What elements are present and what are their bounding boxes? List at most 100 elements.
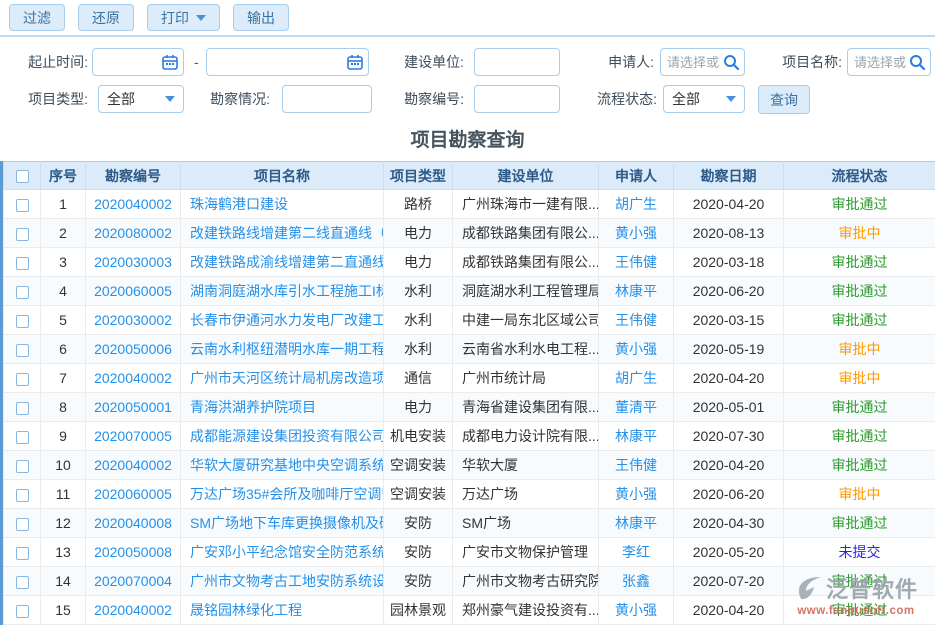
row-checkbox[interactable] — [16, 286, 29, 299]
survey-code-link[interactable]: 2020070004 — [94, 573, 172, 589]
applicant-link[interactable]: 李红 — [622, 544, 650, 560]
row-checkbox[interactable] — [16, 257, 29, 270]
build-unit-input[interactable] — [474, 48, 560, 76]
cell-build-unit: 中建一局东北区域公司 — [453, 306, 599, 335]
row-checkbox[interactable] — [16, 199, 29, 212]
cell-project-name: 成都能源建设集团投资有限公司临 — [181, 422, 384, 451]
row-checkbox[interactable] — [16, 315, 29, 328]
date-to-input[interactable] — [206, 48, 369, 76]
applicant-link[interactable]: 胡广生 — [615, 370, 657, 386]
filter-button[interactable]: 过滤 — [9, 4, 65, 31]
applicant-link[interactable]: 王伟健 — [615, 312, 657, 328]
query-button[interactable]: 查询 — [758, 85, 810, 114]
project-name-link[interactable]: 云南水利枢纽潜明水库一期工程施 — [190, 341, 384, 357]
survey-code-link[interactable]: 2020080002 — [94, 225, 172, 241]
survey-code-link[interactable]: 2020050001 — [94, 399, 172, 415]
applicant-link[interactable]: 张鑫 — [622, 573, 650, 589]
project-type-select[interactable]: 全部 — [98, 85, 184, 113]
row-checkbox[interactable] — [16, 518, 29, 531]
row-checkbox[interactable] — [16, 489, 29, 502]
applicant-link[interactable]: 林康平 — [615, 515, 657, 531]
row-checkbox[interactable] — [16, 460, 29, 473]
row-checkbox[interactable] — [16, 402, 29, 415]
survey-status-input[interactable] — [282, 85, 372, 113]
build-unit-label: 建设单位: — [390, 48, 464, 76]
survey-code-link[interactable]: 2020040008 — [94, 515, 172, 531]
chevron-down-icon — [165, 96, 175, 102]
table-row: 13 2020050008 广安邓小平纪念馆安全防范系统维 安防 广安市文物保护… — [4, 538, 935, 567]
search-icon[interactable] — [908, 53, 926, 71]
project-name-link[interactable]: 华软大厦研究基地中央空调系统工 — [190, 457, 384, 473]
applicant-link[interactable]: 黄小强 — [615, 486, 657, 502]
project-name-link[interactable]: 成都能源建设集团投资有限公司临 — [190, 428, 384, 444]
survey-code-link[interactable]: 2020040002 — [94, 457, 172, 473]
row-checkbox[interactable] — [16, 431, 29, 444]
project-name-link[interactable]: 万达广场35#会所及咖啡厅空调安 — [190, 486, 384, 502]
table-row: 4 2020060005 湖南洞庭湖水库引水工程施工I标 水利 洞庭湖水利工程管… — [4, 277, 935, 306]
row-checkbox[interactable] — [16, 576, 29, 589]
survey-code-link[interactable]: 2020040002 — [94, 370, 172, 386]
project-name-link[interactable]: 湖南洞庭湖水库引水工程施工I标 — [190, 283, 384, 299]
cell-build-unit: 广州珠海市一建有限... — [453, 190, 599, 219]
cell-project-name: 广州市天河区统计局机房改造项目 — [181, 364, 384, 393]
project-name-link[interactable]: 广安邓小平纪念馆安全防范系统维 — [190, 544, 384, 560]
applicant-link[interactable]: 黄小强 — [615, 341, 657, 357]
row-checkbox[interactable] — [16, 344, 29, 357]
date-separator: - — [194, 48, 199, 76]
applicant-link[interactable]: 林康平 — [615, 283, 657, 299]
applicant-link[interactable]: 黄小强 — [615, 602, 657, 618]
cell-build-unit: SM广场 — [453, 509, 599, 538]
col-header-no: 序号 — [41, 162, 86, 190]
survey-code-link[interactable]: 2020040002 — [94, 602, 172, 618]
applicant-link[interactable]: 董清平 — [615, 399, 657, 415]
search-icon[interactable] — [722, 53, 740, 71]
survey-code-input[interactable] — [474, 85, 560, 113]
print-button[interactable]: 打印 — [147, 4, 220, 31]
table-row: 14 2020070004 广州市文物考古工地安防系统设备 安防 广州市文物考古… — [4, 567, 935, 596]
row-checkbox[interactable] — [16, 547, 29, 560]
applicant-link[interactable]: 黄小强 — [615, 225, 657, 241]
row-checkbox[interactable] — [16, 605, 29, 618]
calendar-icon[interactable] — [161, 53, 179, 71]
cell-applicant: 林康平 — [599, 422, 674, 451]
project-name-link[interactable]: 广州市文物考古工地安防系统设备 — [190, 573, 384, 589]
project-name-link[interactable]: 晟铭园林绿化工程 — [190, 602, 302, 618]
row-checkbox[interactable] — [16, 228, 29, 241]
applicant-link[interactable]: 林康平 — [615, 428, 657, 444]
cell-survey-code: 2020070004 — [86, 567, 181, 596]
project-name-link[interactable]: 长春市伊通河水力发电厂改建工程 — [190, 312, 384, 328]
project-name-link[interactable]: 改建铁路成渝线增建第二直通线 — [190, 254, 384, 270]
project-name-link[interactable]: SM广场地下车库更换摄像机及硬 — [190, 515, 384, 531]
survey-code-link[interactable]: 2020050006 — [94, 341, 172, 357]
cell-survey-date: 2020-07-20 — [674, 567, 784, 596]
survey-code-link[interactable]: 2020060005 — [94, 486, 172, 502]
calendar-icon[interactable] — [346, 53, 364, 71]
project-name-link[interactable]: 广州市天河区统计局机房改造项目 — [190, 370, 384, 386]
project-type-value: 全部 — [107, 89, 135, 109]
restore-button[interactable]: 还原 — [78, 4, 134, 31]
survey-code-link[interactable]: 2020070005 — [94, 428, 172, 444]
survey-status-label: 勘察情况: — [206, 85, 270, 113]
cell-project-name: 改建铁路线增建第二线直通线（反 — [181, 219, 384, 248]
row-checkbox[interactable] — [16, 373, 29, 386]
applicant-link[interactable]: 王伟健 — [615, 457, 657, 473]
cell-project-type: 路桥 — [384, 190, 453, 219]
survey-code-link[interactable]: 2020040002 — [94, 196, 172, 212]
survey-code-link[interactable]: 2020030003 — [94, 254, 172, 270]
survey-code-link[interactable]: 2020060005 — [94, 283, 172, 299]
applicant-link[interactable]: 胡广生 — [615, 196, 657, 212]
cell-build-unit: 广州市统计局 — [453, 364, 599, 393]
cell-survey-code: 2020040008 — [86, 509, 181, 538]
output-button[interactable]: 输出 — [233, 4, 289, 31]
project-name-link[interactable]: 青海洪湖养护院项目 — [190, 399, 316, 415]
survey-code-link[interactable]: 2020030002 — [94, 312, 172, 328]
cell-survey-date: 2020-04-20 — [674, 596, 784, 625]
cell-applicant: 黄小强 — [599, 335, 674, 364]
cell-survey-code: 2020060005 — [86, 480, 181, 509]
applicant-link[interactable]: 王伟健 — [615, 254, 657, 270]
select-all-checkbox[interactable] — [16, 170, 29, 183]
project-name-link[interactable]: 珠海鹤港口建设 — [190, 196, 288, 212]
survey-code-link[interactable]: 2020050008 — [94, 544, 172, 560]
project-name-link[interactable]: 改建铁路线增建第二线直通线（反 — [190, 225, 384, 241]
flow-status-select[interactable]: 全部 — [663, 85, 745, 113]
